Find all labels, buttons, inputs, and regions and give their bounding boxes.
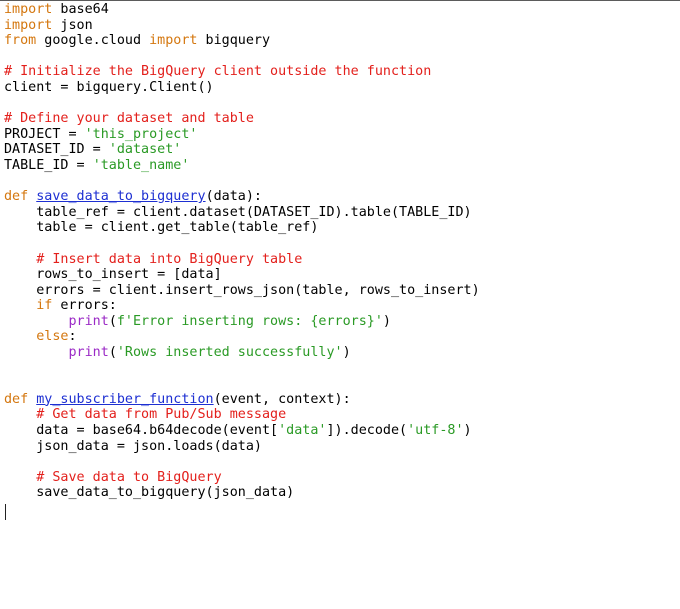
code-line: DATASET_ID = 'dataset' xyxy=(4,142,480,158)
code-token: table = client.get_table(table_ref) xyxy=(4,220,319,236)
code-token: data = base64.b64decode(event[ xyxy=(4,423,279,439)
string-token: 'table_name' xyxy=(92,157,190,173)
code-token: json_data = json.loads(data) xyxy=(4,438,262,454)
code-line: print('Rows inserted successfully') xyxy=(4,345,480,361)
string-token: 'utf-8' xyxy=(407,423,464,439)
comment-token: # Initialize the BigQuery client outside… xyxy=(4,64,432,80)
string-token: 'dataset' xyxy=(108,142,182,158)
keyword-token: from xyxy=(4,33,37,49)
code-line: import json xyxy=(4,18,480,34)
string-token: 'data' xyxy=(278,423,327,439)
code-line: # Insert data into BigQuery table xyxy=(4,252,480,268)
code-line: client = bigquery.Client() xyxy=(4,80,480,96)
code-token: google.cloud xyxy=(36,33,150,49)
keyword-token: def xyxy=(4,189,29,205)
string-token: 'this_project' xyxy=(84,126,198,142)
code-line: print(f'Error inserting rows: {errors}') xyxy=(4,314,480,330)
code-token: ( xyxy=(108,313,117,329)
code-token: json xyxy=(52,17,93,33)
text-cursor xyxy=(5,504,6,520)
code-line: json_data = json.loads(data) xyxy=(4,439,480,455)
code-token: ) xyxy=(463,423,472,439)
code-line: data = base64.b64decode(event['data']).d… xyxy=(4,423,480,439)
code-token: base64 xyxy=(52,2,109,17)
code-line: rows_to_insert = [data] xyxy=(4,267,480,283)
keyword-token: if xyxy=(36,298,53,314)
keyword-token: else xyxy=(36,329,69,345)
code-token: bigquery xyxy=(197,33,271,49)
code-line: def save_data_to_bigquery(data): xyxy=(4,189,480,205)
comment-token: # Insert data into BigQuery table xyxy=(36,251,303,267)
code-line: errors = client.insert_rows_json(table, … xyxy=(4,282,480,299)
code-token: rows_to_insert = [data] xyxy=(4,267,222,283)
code-token: save_data_to_bigquery(json_data) xyxy=(4,485,295,501)
code-token: client = bigquery.Client() xyxy=(4,79,214,95)
code-token: errors = client.insert_rows_json(table, … xyxy=(4,282,480,298)
keyword-token: def xyxy=(4,391,29,407)
code-line: from google.cloud import bigquery xyxy=(4,33,480,49)
code-line: PROJECT = 'this_project' xyxy=(4,127,480,143)
code-line: table_ref = client.dataset(DATASET_ID).t… xyxy=(4,205,480,221)
code-token: ]).decode( xyxy=(326,423,408,439)
code-token: DATASET_ID = xyxy=(4,142,109,158)
builtin-token: print xyxy=(68,313,109,329)
code-token: ) xyxy=(342,345,351,361)
builtin-token: print xyxy=(68,345,109,361)
keyword-token: import xyxy=(149,33,198,49)
code-line: import base64 xyxy=(4,2,480,18)
string-token: 'Rows inserted successfully' xyxy=(116,345,343,361)
code-text-area[interactable]: import base64 import json from google.clou… xyxy=(4,2,480,501)
code-line: # Initialize the BigQuery client outside… xyxy=(4,64,480,80)
code-token: table_ref = client.dataset(DATASET_ID).t… xyxy=(4,204,472,220)
function-name-token: save_data_to_bigquery xyxy=(36,189,206,205)
code-token: : xyxy=(68,329,77,345)
code-line: def my_subscriber_function(event, contex… xyxy=(4,392,480,408)
code-line: # Save data to BigQuery xyxy=(4,470,480,486)
function-name-token: my_subscriber_function xyxy=(36,391,214,407)
keyword-token: import xyxy=(4,2,53,17)
code-line: TABLE_ID = 'table_name' xyxy=(4,158,480,174)
code-token: PROJECT = xyxy=(4,126,85,142)
string-token: f'Error inserting rows: {errors}' xyxy=(116,313,383,329)
code-token: errors: xyxy=(52,298,117,314)
comment-token: # Get data from Pub/Sub message xyxy=(36,407,287,423)
code-token: TABLE_ID = xyxy=(4,157,93,173)
code-line: # Define your dataset and table xyxy=(4,111,480,127)
keyword-token: import xyxy=(4,17,53,33)
code-token: (event, context): xyxy=(213,391,351,407)
code-token: (data): xyxy=(205,189,262,205)
code-line: # Get data from Pub/Sub message xyxy=(4,407,480,423)
code-editor[interactable]: import base64 import json from google.clou… xyxy=(0,1,680,609)
code-line: save_data_to_bigquery(json_data) xyxy=(4,485,480,501)
code-token: ) xyxy=(382,313,391,329)
code-line: table = client.get_table(table_ref) xyxy=(4,220,480,236)
code-token: ( xyxy=(108,345,117,361)
code-line: if errors: xyxy=(4,298,480,314)
comment-token: # Define your dataset and table xyxy=(4,111,254,127)
code-line: else: xyxy=(4,329,480,345)
comment-token: # Save data to BigQuery xyxy=(36,469,222,485)
